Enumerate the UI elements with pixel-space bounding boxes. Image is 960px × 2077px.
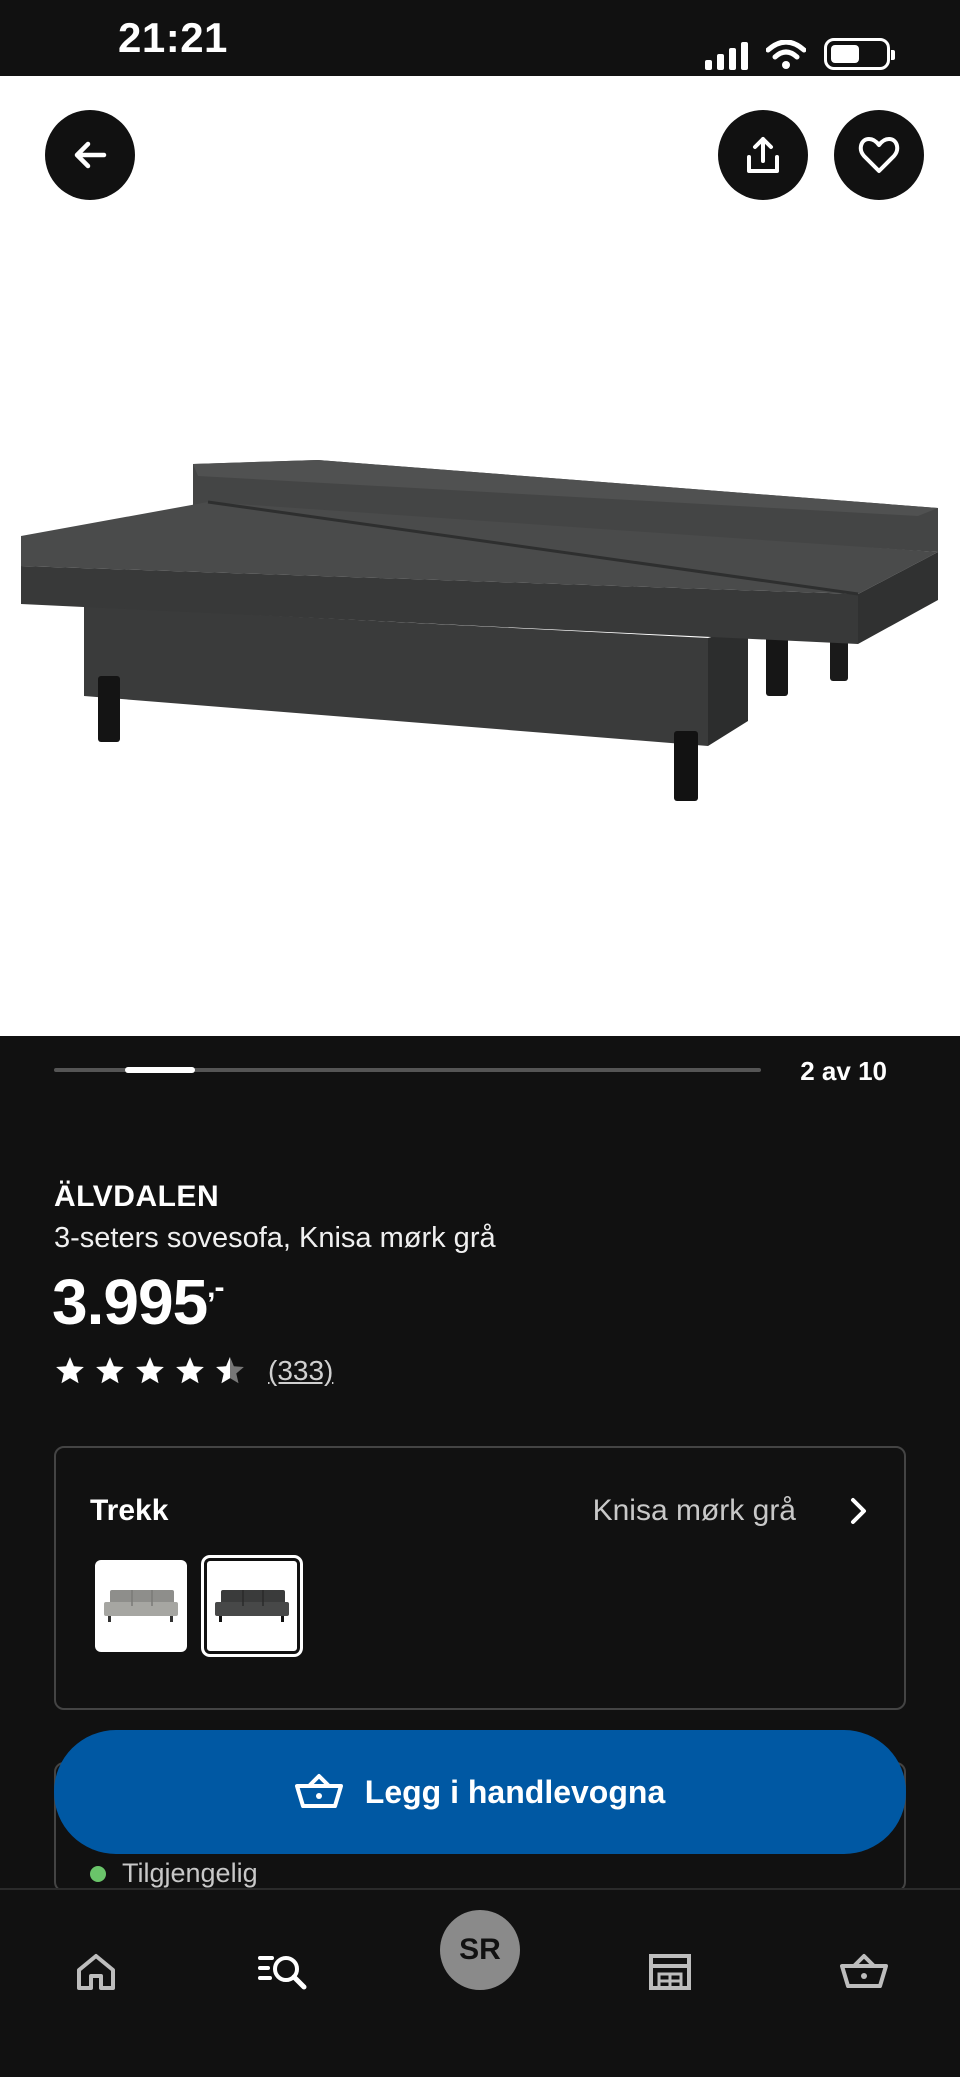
swatch-light-grey[interactable] (95, 1560, 187, 1652)
gallery-progress-bar (54, 1067, 761, 1073)
chevron-right-icon (851, 1498, 866, 1524)
nav-search[interactable] (254, 1942, 314, 2002)
price-value: 3.995 (52, 1266, 208, 1338)
add-to-cart-button[interactable]: Legg i handlevogna (54, 1730, 906, 1854)
search-list-icon (258, 1956, 307, 1990)
status-time: 21:21 (118, 14, 228, 61)
price-suffix: ,- (207, 1271, 224, 1304)
variant-selector[interactable]: Trekk Knisa mørk grå (54, 1446, 906, 1710)
nav-store[interactable] (640, 1942, 700, 2002)
swatch-dark-grey[interactable] (201, 1555, 303, 1657)
rating[interactable]: (333) (54, 1355, 333, 1387)
status-dot-icon (90, 1865, 106, 1882)
arrow-left-icon (74, 141, 107, 169)
gallery-counter: 2 av 10 (800, 1056, 887, 1086)
wifi-icon (766, 40, 806, 69)
nav-cart[interactable] (834, 1942, 894, 2002)
star-full-icon (96, 1357, 124, 1384)
product-image-gallery[interactable] (0, 76, 960, 1036)
star-half-icon (216, 1357, 244, 1384)
review-count-link[interactable]: (333) (268, 1355, 333, 1387)
nav-home[interactable] (66, 1942, 126, 2002)
add-to-cart-label: Legg i handlevogna (364, 1773, 666, 1810)
heart-icon (858, 137, 900, 173)
product-name: ÄLVDALEN (54, 1180, 220, 1213)
product-price: 3.995,- (52, 1265, 225, 1339)
status-icons (705, 38, 895, 70)
dark-grey-sofa-icon (215, 1590, 289, 1622)
variant-label: Trekk (90, 1494, 169, 1527)
share-button[interactable] (718, 110, 808, 200)
availability-status: Tilgjengelig (122, 1858, 258, 1888)
star-full-icon (56, 1357, 84, 1384)
store-icon (649, 1954, 691, 1990)
product-description: 3-seters sovesofa, Knisa mørk grå (54, 1222, 496, 1254)
status-bar: 21:21 (0, 0, 960, 76)
sofa-bed-image (21, 460, 938, 801)
cart-icon (294, 1774, 343, 1808)
bottom-nav: SR (0, 1888, 960, 2077)
battery-icon (824, 38, 895, 70)
cart-nav-icon (840, 1954, 888, 1988)
home-icon (77, 1954, 115, 1990)
share-icon (747, 137, 779, 173)
availability-row: Tilgjengelig (90, 1858, 258, 1889)
signal-icon (705, 40, 748, 70)
variant-value: Knisa mørk grå (592, 1494, 796, 1527)
light-grey-sofa-icon (104, 1590, 178, 1622)
star-full-icon (176, 1357, 204, 1384)
star-full-icon (136, 1357, 164, 1384)
nav-profile-avatar[interactable]: SR (440, 1910, 520, 1990)
favorite-button[interactable] (834, 110, 924, 200)
back-button[interactable] (45, 110, 135, 200)
gallery-progress-indicator (125, 1067, 195, 1073)
